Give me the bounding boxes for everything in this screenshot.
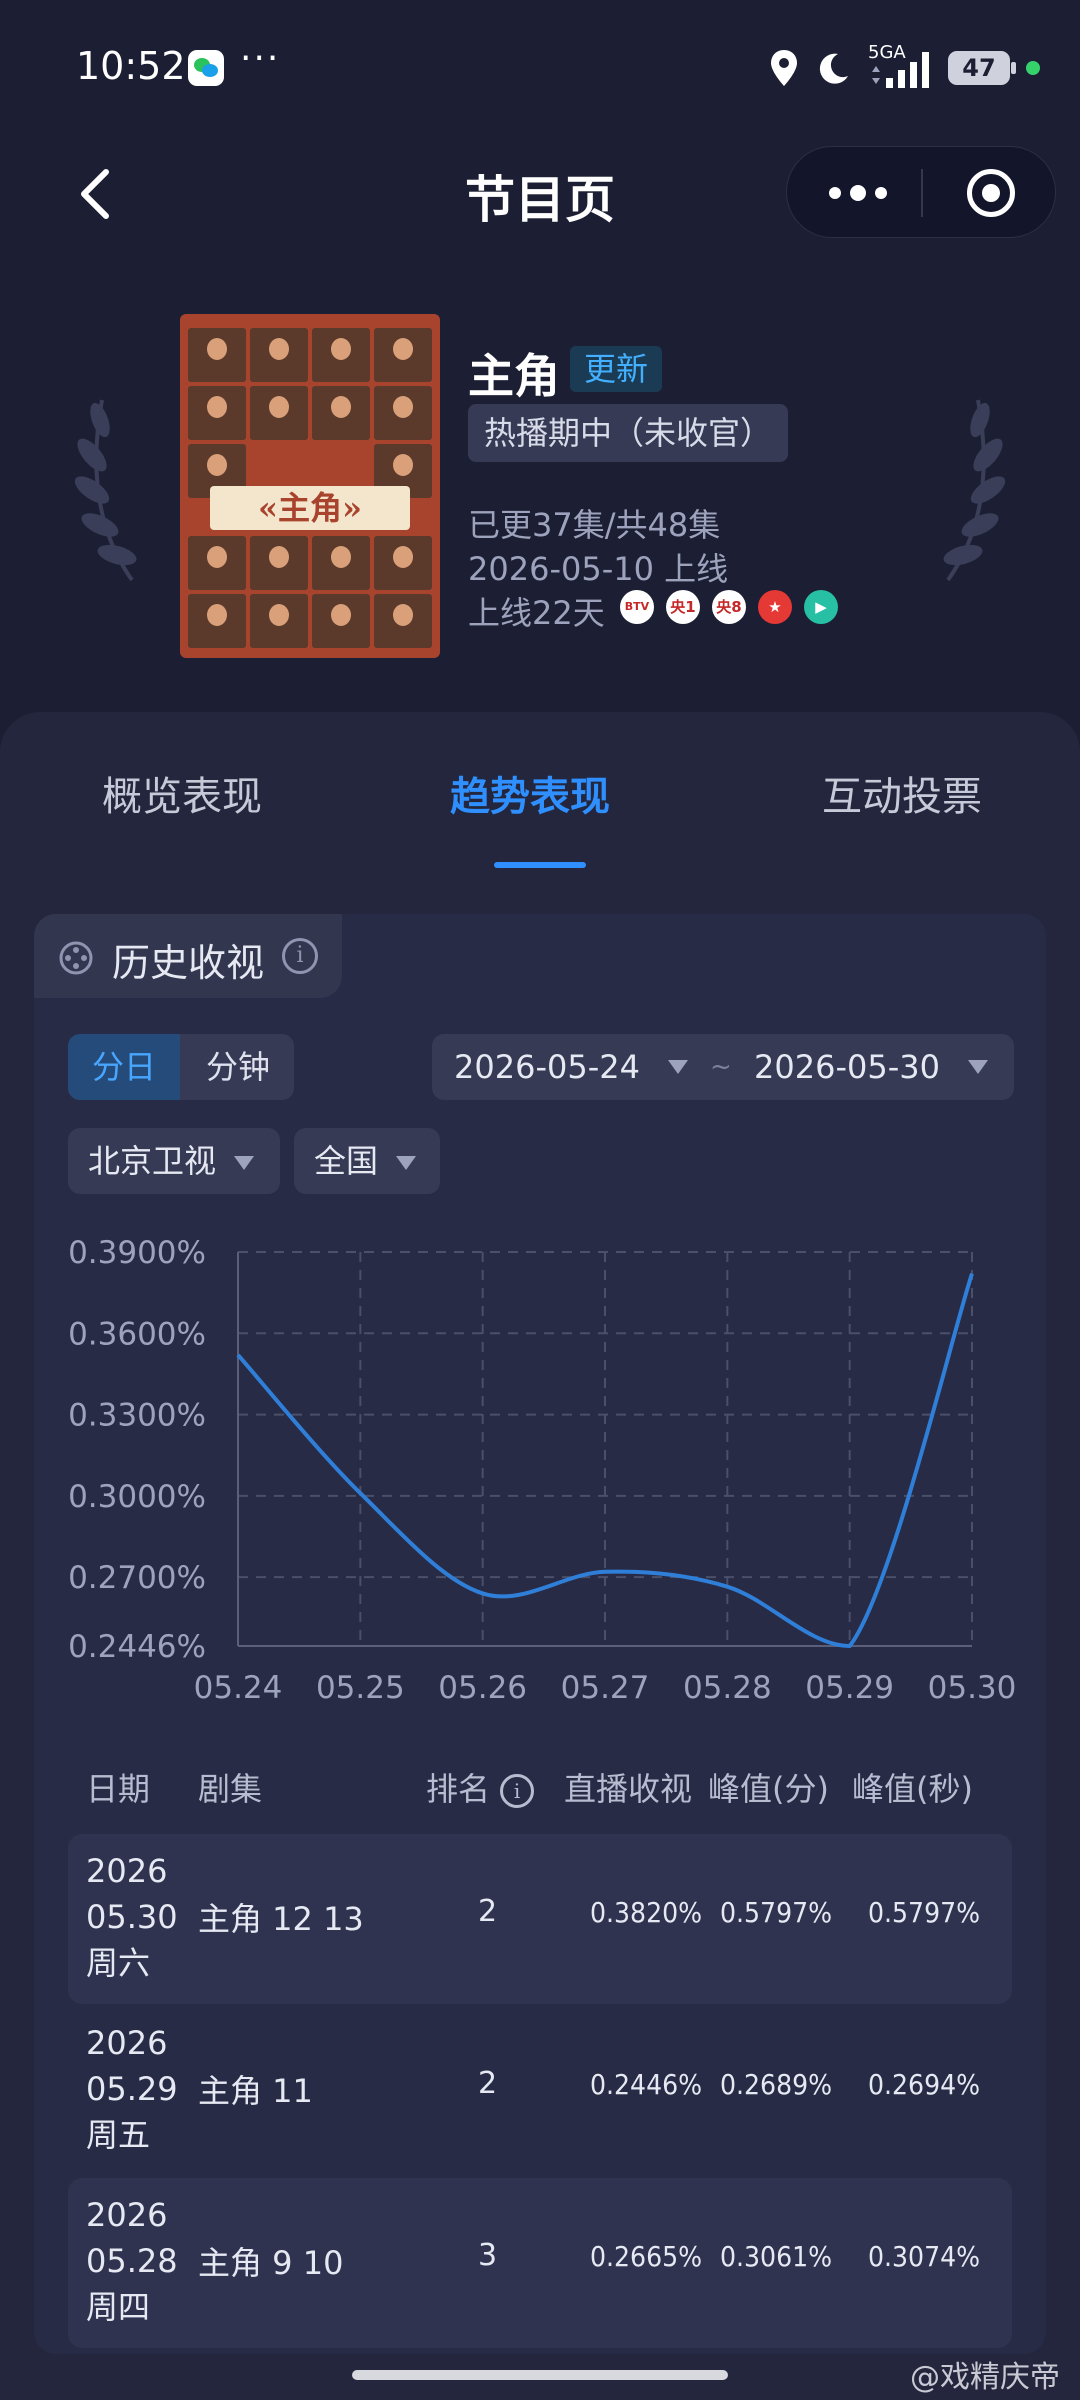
channel-select[interactable]: 北京卫视 <box>68 1128 280 1194</box>
option-daily[interactable]: 分日 <box>68 1034 180 1100</box>
cctv8-channel-icon: 央8 <box>712 590 746 624</box>
chevron-down-icon <box>668 1060 688 1074</box>
col-rank: 排名 i <box>426 1764 535 1810</box>
option-minute[interactable]: 分钟 <box>182 1034 294 1100</box>
show-name: 主角 <box>468 349 560 403</box>
location-icon <box>771 50 797 86</box>
capsule-divider <box>921 169 923 217</box>
row-episode: 主角 12 13 <box>198 1900 364 1938</box>
status-more-icon: ··· <box>240 38 281 79</box>
row-rank: 3 <box>478 2238 498 2273</box>
mini-program-capsule <box>786 146 1056 238</box>
laurel-left-icon <box>74 399 137 582</box>
card-title: 历史收视 <box>112 941 265 985</box>
episode-count: 已更37集/共48集 <box>468 506 721 544</box>
status-icons: 5GA 47 <box>768 40 1040 96</box>
date-start[interactable]: 2026-05-24 <box>454 1034 640 1100</box>
x-tick-label: 05.30 <box>928 1670 1017 1706</box>
show-poster[interactable]: «主角» <box>180 314 440 658</box>
col-date: 日期 <box>86 1770 151 1808</box>
airing-status: 热播期中（未收官） <box>468 404 789 462</box>
info-icon[interactable]: i <box>282 938 318 974</box>
granularity-toggle: 分日 分钟 <box>68 1034 294 1100</box>
ratings-line-chart: 0.3900% 0.3600% 0.3300% 0.3000% 0.2700% 0.244… <box>68 1235 1017 1706</box>
row-date: 2026 05.29 周五 <box>86 2024 178 2154</box>
row-peak-min: 0.5797% <box>720 1896 833 1929</box>
tencent-video-icon: ▶ <box>804 590 838 624</box>
row-peak-sec: 0.5797% <box>868 1896 981 1929</box>
home-indicator[interactable] <box>352 2370 728 2380</box>
row-episode: 主角 9 10 <box>198 2244 344 2282</box>
poster-title: «主角» <box>210 486 410 530</box>
col-peak-sec: 峰值(秒) <box>852 1770 973 1808</box>
date-range-picker[interactable]: 2026-05-24 ~ 2026-05-30 <box>432 1034 1014 1100</box>
update-badge: 更新 <box>570 346 663 392</box>
cctv1-channel-icon: 央1 <box>666 590 700 624</box>
watermark: @戏精庆帝 <box>910 2360 1060 2395</box>
info-icon[interactable]: i <box>500 1774 535 1808</box>
col-episode: 剧集 <box>198 1770 263 1808</box>
chevron-down-icon <box>396 1156 417 1170</box>
row-date: 2026 05.30 周六 <box>86 1852 178 1982</box>
film-reel-icon <box>59 941 93 975</box>
row-date: 2026 05.28 周四 <box>86 2196 178 2326</box>
wechat-icon <box>188 50 224 86</box>
x-tick-label: 05.29 <box>805 1670 894 1706</box>
x-tick-label: 05.24 <box>194 1670 283 1706</box>
row-episode: 主角 11 <box>198 2072 313 2110</box>
laurel-right-icon <box>943 399 1006 582</box>
dragon-tv-icon: ★ <box>758 590 792 624</box>
x-tick-label: 05.27 <box>561 1670 650 1706</box>
chevron-down-icon <box>234 1156 255 1170</box>
tab-bar: 概览表现 趋势表现 互动投票 <box>0 750 1080 850</box>
row-live: 0.2446% <box>590 2068 703 2101</box>
y-tick-label: 0.3000% <box>68 1479 206 1515</box>
region-select[interactable]: 全国 <box>294 1128 440 1194</box>
tab-active-indicator <box>494 862 586 868</box>
channel-icons: BTV 央1 央8 ★ ▶ <box>620 590 838 624</box>
col-peak-min: 峰值(分) <box>708 1770 829 1808</box>
x-tick-label: 05.28 <box>683 1670 772 1706</box>
status-bar: 10:52 ··· 5GA 47 <box>0 0 1080 130</box>
table-row[interactable]: 2026 05.28 周四 主角 9 10 3 0.2665% 0.3061% 0.… <box>68 2178 1012 2348</box>
row-live: 0.2665% <box>590 2240 703 2273</box>
battery-icon: 47 <box>948 51 1016 85</box>
y-tick-label: 0.3300% <box>68 1398 206 1434</box>
tab-overview[interactable]: 概览表现 <box>102 764 262 822</box>
col-live: 直播收视 <box>564 1770 693 1808</box>
tab-trend[interactable]: 趋势表现 <box>450 764 610 822</box>
x-tick-label: 05.25 <box>316 1670 405 1706</box>
chevron-down-icon <box>968 1060 988 1074</box>
date-end[interactable]: 2026-05-30 <box>754 1034 940 1100</box>
row-peak-sec: 0.2694% <box>868 2068 981 2101</box>
row-peak-sec: 0.3074% <box>868 2240 981 2273</box>
table-row[interactable]: 2026 05.29 周五 主角 11 2 0.2446% 0.2689% 0.26… <box>68 2006 1012 2176</box>
row-live: 0.3820% <box>590 1896 703 1929</box>
row-rank: 2 <box>478 2066 498 2101</box>
premiere-date: 2026-05-10 上线 <box>468 550 729 588</box>
btv-channel-icon: BTV <box>620 590 654 624</box>
y-tick-label: 0.3900% <box>68 1235 206 1271</box>
days-online: 上线22天 <box>468 594 605 632</box>
y-tick-label: 0.2446% <box>68 1629 206 1665</box>
privacy-indicator <box>1026 61 1040 75</box>
channel-value: 北京卫视 <box>88 1142 217 1180</box>
moon-icon <box>819 53 848 84</box>
more-icon[interactable] <box>823 175 893 211</box>
target-icon[interactable] <box>967 169 1015 217</box>
y-tick-label: 0.3600% <box>68 1316 206 1352</box>
x-tick-label: 05.26 <box>438 1670 527 1706</box>
date-separator: ~ <box>710 1052 732 1082</box>
table-row[interactable]: 2026 05.30 周六 主角 12 13 2 0.3820% 0.5797% 0… <box>68 1834 1012 2004</box>
tab-vote[interactable]: 互动投票 <box>822 764 982 822</box>
signal-icon: 5GA <box>868 42 932 92</box>
region-value: 全国 <box>314 1142 379 1180</box>
row-peak-min: 0.2689% <box>720 2068 833 2101</box>
row-peak-min: 0.3061% <box>720 2240 833 2273</box>
y-tick-label: 0.2700% <box>68 1560 206 1596</box>
status-time: 10:52 <box>76 44 186 88</box>
row-rank: 2 <box>478 1894 498 1929</box>
